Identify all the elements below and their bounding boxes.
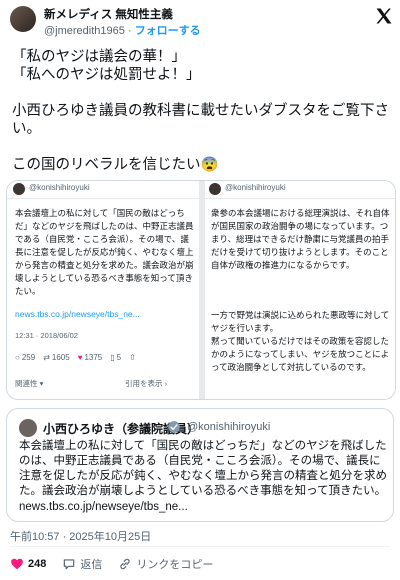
link-icon — [120, 558, 130, 570]
retweet-icon: ⇄ — [43, 353, 50, 362]
x-logo-icon[interactable] — [374, 6, 394, 26]
like-count: 248 — [28, 558, 47, 570]
heart-icon — [11, 558, 23, 570]
tweet-line: この国のリベラルを信じたい😨 — [12, 157, 219, 173]
mini-handle: @konishihiroyuki — [29, 183, 90, 192]
mini-retweets: ⇄ 1605 — [43, 353, 70, 362]
share-icon: ⇧ — [129, 353, 136, 362]
quoted-tweet[interactable]: 小西ひろゆき（参議院議員） @konishihiroyuki 本会議壇上の私に対… — [6, 408, 394, 522]
mini-likes: ♥ 1375 — [77, 353, 103, 362]
mini-tweet-text: 衆参の本会議場における総理演説は、それ自体が国民国家の政治闘争の場になっています… — [211, 208, 390, 270]
follow-button[interactable]: フォローする — [135, 25, 201, 37]
quote-avatar — [19, 419, 37, 437]
tweet-line: 「私へのヤジは処罰せよ！」 — [12, 67, 201, 83]
right-screenshot: @konishihiroyuki 衆参の本会議場における総理演説は、それ自体が国… — [205, 181, 395, 399]
divider — [10, 546, 390, 547]
bookmark-icon: ▯ — [110, 353, 115, 362]
tweet-timestamp[interactable]: 午前10:57 · 2025年10月25日 — [10, 528, 151, 544]
handle-separator: · — [127, 25, 132, 37]
heart-icon: ♥ — [77, 353, 83, 362]
copy-link-label: リンクをコピー — [136, 559, 214, 571]
attached-image[interactable]: @konishihiroyuki 本会議壇上の私に対して「国民の敵はどっちだ」な… — [6, 180, 396, 400]
mini-related: 関連性 ▾ — [15, 379, 44, 388]
mini-sort: 引用を表示 › — [125, 379, 168, 388]
left-screenshot: @konishihiroyuki 本会議壇上の私に対して「国民の敵はどっちだ」な… — [7, 181, 205, 399]
tweet-line: 「私のヤジは議会の華！」 — [12, 49, 186, 65]
mini-tweet-text: 一方で野党は演説に込められた悪政等に対してヤジを行います。 黙って聞いているだけ… — [211, 310, 390, 372]
mini-link: news.tbs.co.jp/newseye/tbs_ne... — [15, 309, 140, 319]
mini-timestamp: 12:31 · 2018/06/02 — [15, 331, 78, 340]
mini-replies: ○ 259 — [15, 353, 36, 362]
copy-link-button[interactable]: リンクをコピー — [118, 556, 213, 572]
mini-avatar — [209, 183, 221, 195]
tweet-header: 新メレディス 無知性主義 @jmeredith1965 · フォローする — [0, 0, 400, 40]
tweet-body: 「私のヤジは議会の華！」 「私へのヤジは処罰せよ！」 小西ひろゆき議員の教科書に… — [12, 48, 390, 174]
tweet-line: 小西ひろゆき議員の教科書に載せたいダブスタをご覧下さい。 — [12, 103, 389, 137]
reply-label: 返信 — [80, 559, 103, 571]
author-avatar[interactable] — [10, 6, 36, 32]
quote-author-handle: @konishihiroyuki — [187, 421, 271, 433]
mini-handle: @konishihiroyuki — [225, 183, 286, 192]
author-handle-row: @jmeredith1965 · フォローする — [44, 22, 201, 38]
mini-tweet-text: 本会議壇上の私に対して「国民の敵はどっちだ」などのヤジを飛ばしたのは、中野正志議… — [15, 208, 194, 296]
verified-badge-icon — [168, 421, 180, 433]
reply-icon: ○ — [15, 353, 20, 362]
author-handle[interactable]: @jmeredith1965 — [44, 25, 125, 37]
quote-link[interactable]: news.tbs.co.jp/newseye/tbs_ne... — [19, 501, 188, 513]
quote-text: 本会議壇上の私に対して「国民の敵はどっちだ」などのヤジを飛ばしたのは、中野正志議… — [19, 440, 387, 497]
mini-avatar — [13, 183, 25, 195]
reply-button[interactable]: 返信 — [62, 556, 102, 572]
mini-quotes: ▯ 5 — [110, 353, 122, 362]
like-button[interactable]: 248 — [10, 557, 46, 571]
reply-icon — [64, 559, 75, 570]
author-display-name[interactable]: 新メレディス 無知性主義 — [44, 6, 173, 22]
action-bar: 248 返信 リンクをコピー — [10, 556, 213, 572]
mini-stats: ○ 259 ⇄ 1605 ♥ 1375 ▯ 5 ⇧ — [15, 353, 136, 362]
